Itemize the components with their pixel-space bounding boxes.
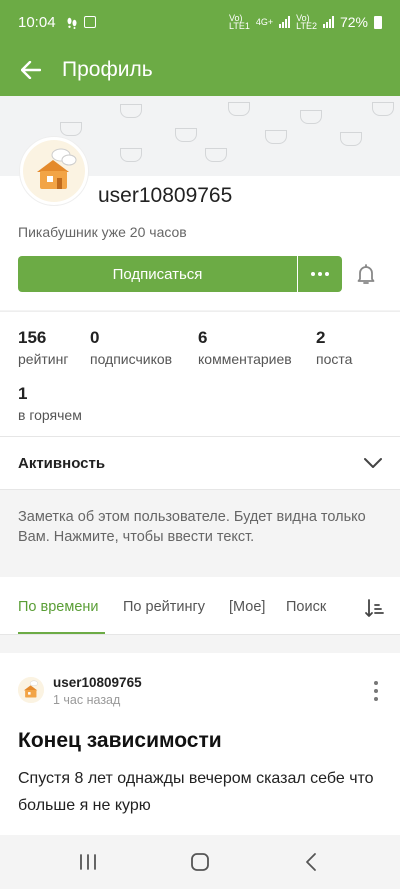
avatar[interactable] [20, 137, 88, 205]
cover-pattern-cup [228, 102, 250, 116]
post-menu-button[interactable] [372, 681, 380, 701]
stat-label: поста [316, 351, 353, 367]
house-avatar-icon [23, 140, 85, 202]
profile-username: user10809765 [98, 184, 233, 207]
status-left-icons [66, 16, 96, 29]
cover-pattern-cup [205, 148, 227, 162]
user-note-text: Заметка об этом пользователе. Будет видн… [18, 509, 366, 545]
post-author[interactable]: user10809765 [53, 675, 142, 690]
arrow-left-icon [21, 61, 41, 79]
cover-pattern-cup [340, 132, 362, 146]
cover-pattern-cup [175, 128, 197, 142]
stat-label: комментариев [198, 351, 292, 367]
more-dot [318, 272, 322, 276]
stat-value: 0 [90, 328, 100, 347]
stat-hot[interactable]: 1 в горячем [18, 384, 82, 423]
bell-icon[interactable] [354, 262, 378, 286]
network-1-label: Vo) LTE1 [229, 13, 250, 31]
chevron-down-icon [364, 458, 382, 468]
post-text: Спустя 8 лет однажды вечером сказал себе… [18, 770, 374, 814]
steps-icon [67, 17, 77, 29]
menu-dot [374, 697, 378, 701]
stat-label: рейтинг [18, 351, 69, 367]
post-author-avatar[interactable] [18, 677, 44, 703]
page-title: Профиль [62, 58, 153, 81]
tab-mine[interactable]: [Мое] [229, 599, 265, 615]
tab-by-rating[interactable]: По рейтингу [123, 599, 205, 615]
user-note[interactable]: Заметка об этом пользователе. Будет видн… [0, 491, 400, 559]
post-tabs: По времени По рейтингу [Мое] Поиск [0, 577, 400, 635]
network-type: 4G+ [255, 17, 274, 27]
cover-pattern-cup [60, 122, 82, 136]
more-dots-icon [311, 272, 315, 276]
more-options-button[interactable] [298, 256, 342, 292]
cover-pattern-cup [372, 102, 394, 116]
cover-pattern-cup [120, 104, 142, 118]
stat-label: подписчиков [90, 351, 173, 367]
menu-dot [374, 689, 378, 693]
system-nav-bar [0, 835, 400, 889]
post-time: 1 час назад [53, 693, 121, 707]
profile-stats: 156 рейтинг 0 подписчиков 6 комментариев… [0, 311, 400, 436]
checkbox-notification-icon [83, 16, 96, 28]
status-bar: 10:04 Vo) LTE1 4G+ Vo) LTE2 72% [0, 0, 400, 44]
network-2-label: Vo) LTE2 [296, 13, 317, 31]
stat-label: в горячем [18, 407, 82, 423]
post-title[interactable]: Конец зависимости [18, 729, 222, 753]
more-dot [325, 272, 329, 276]
app-bar: Профиль [0, 44, 400, 96]
subscribe-label: Подписаться [112, 265, 203, 283]
signal-1-icon [279, 16, 291, 28]
stat-rating[interactable]: 156 рейтинг [18, 328, 68, 367]
tab-search[interactable]: Поиск [286, 599, 326, 615]
vertical-dots-icon [374, 681, 378, 685]
cover-pattern-cup [300, 110, 322, 124]
tab-by-time[interactable]: По времени [18, 599, 99, 615]
signal-2-icon [322, 16, 334, 28]
status-right: Vo) LTE1 4G+ Vo) LTE2 72% [229, 13, 382, 31]
stat-value: 1 [18, 384, 28, 403]
back-button[interactable] [0, 44, 62, 96]
status-time: 10:04 [18, 13, 56, 31]
active-tab-indicator [18, 632, 105, 634]
back-nav-icon[interactable] [300, 851, 324, 873]
recent-apps-icon[interactable] [76, 851, 100, 873]
cover-pattern-cup [265, 130, 287, 144]
battery-icon [374, 15, 382, 29]
stat-value: 2 [316, 328, 326, 347]
stat-subscribers[interactable]: 0 подписчиков [90, 328, 172, 367]
home-icon[interactable] [188, 851, 212, 873]
post-card[interactable]: user10809765 1 час назад Конец зависимос… [0, 653, 400, 835]
activity-label: Активность [18, 454, 106, 472]
battery-percent: 72% [339, 14, 368, 30]
stat-value: 156 [18, 328, 47, 347]
cover-pattern-cup [120, 148, 142, 162]
activity-toggle[interactable]: Активность [0, 436, 400, 490]
subscribe-button[interactable]: Подписаться [18, 256, 297, 292]
profile-since: Пикабушник уже 20 часов [18, 224, 187, 240]
house-avatar-icon [18, 677, 44, 703]
stat-posts[interactable]: 2 поста [316, 328, 352, 367]
stat-comments[interactable]: 6 комментариев [198, 328, 292, 367]
stat-value: 6 [198, 328, 208, 347]
sort-icon[interactable] [364, 597, 386, 619]
